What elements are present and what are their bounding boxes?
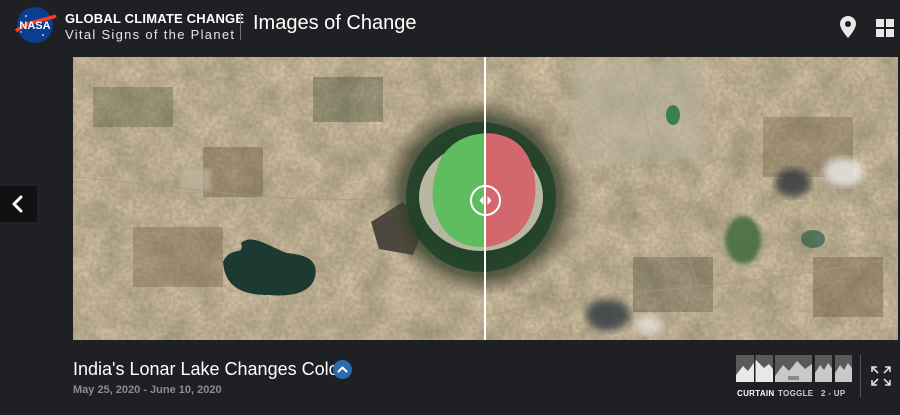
toggle-mode-button[interactable] xyxy=(775,355,812,382)
map-pin-icon[interactable] xyxy=(840,16,856,38)
controls-divider xyxy=(860,355,861,397)
two-up-mode-icon xyxy=(815,355,852,382)
nasa-logo-text: NASA xyxy=(19,20,50,32)
curtain-mode-button[interactable] xyxy=(736,355,773,382)
curtain-mode-icon xyxy=(736,355,773,382)
previous-image-button[interactable] xyxy=(0,186,37,222)
fullscreen-icon[interactable] xyxy=(871,366,891,386)
brand-subtitle[interactable]: Vital Signs of the Planet xyxy=(65,27,235,42)
chevron-left-icon xyxy=(12,195,23,213)
header-divider xyxy=(240,12,241,40)
image-title: India's Lonar Lake Changes Color xyxy=(73,359,345,379)
image-date-range: May 25, 2020 - June 10, 2020 xyxy=(73,384,222,396)
image-comparison-viewer[interactable] xyxy=(73,57,898,340)
curtain-mode-label[interactable]: CURTAIN xyxy=(737,389,775,398)
toggle-mode-label[interactable]: TOGGLE xyxy=(778,389,813,398)
nasa-logo[interactable]: NASA xyxy=(12,5,58,45)
grid-icon[interactable] xyxy=(876,19,894,37)
brand-title[interactable]: GLOBAL CLIMATE CHANGE xyxy=(65,11,244,26)
two-up-mode-button[interactable] xyxy=(815,355,852,382)
chevron-up-icon xyxy=(337,366,348,373)
two-up-mode-label[interactable]: 2 - UP xyxy=(821,389,845,398)
site-header: NASA GLOBAL CLIMATE CHANGE Vital Signs o… xyxy=(0,0,900,56)
expand-caption-button[interactable] xyxy=(333,360,352,379)
page-title[interactable]: Images of Change xyxy=(253,12,416,35)
toggle-mode-icon xyxy=(775,355,812,382)
drag-arrows-icon xyxy=(479,196,492,205)
curtain-handle[interactable] xyxy=(470,185,501,216)
